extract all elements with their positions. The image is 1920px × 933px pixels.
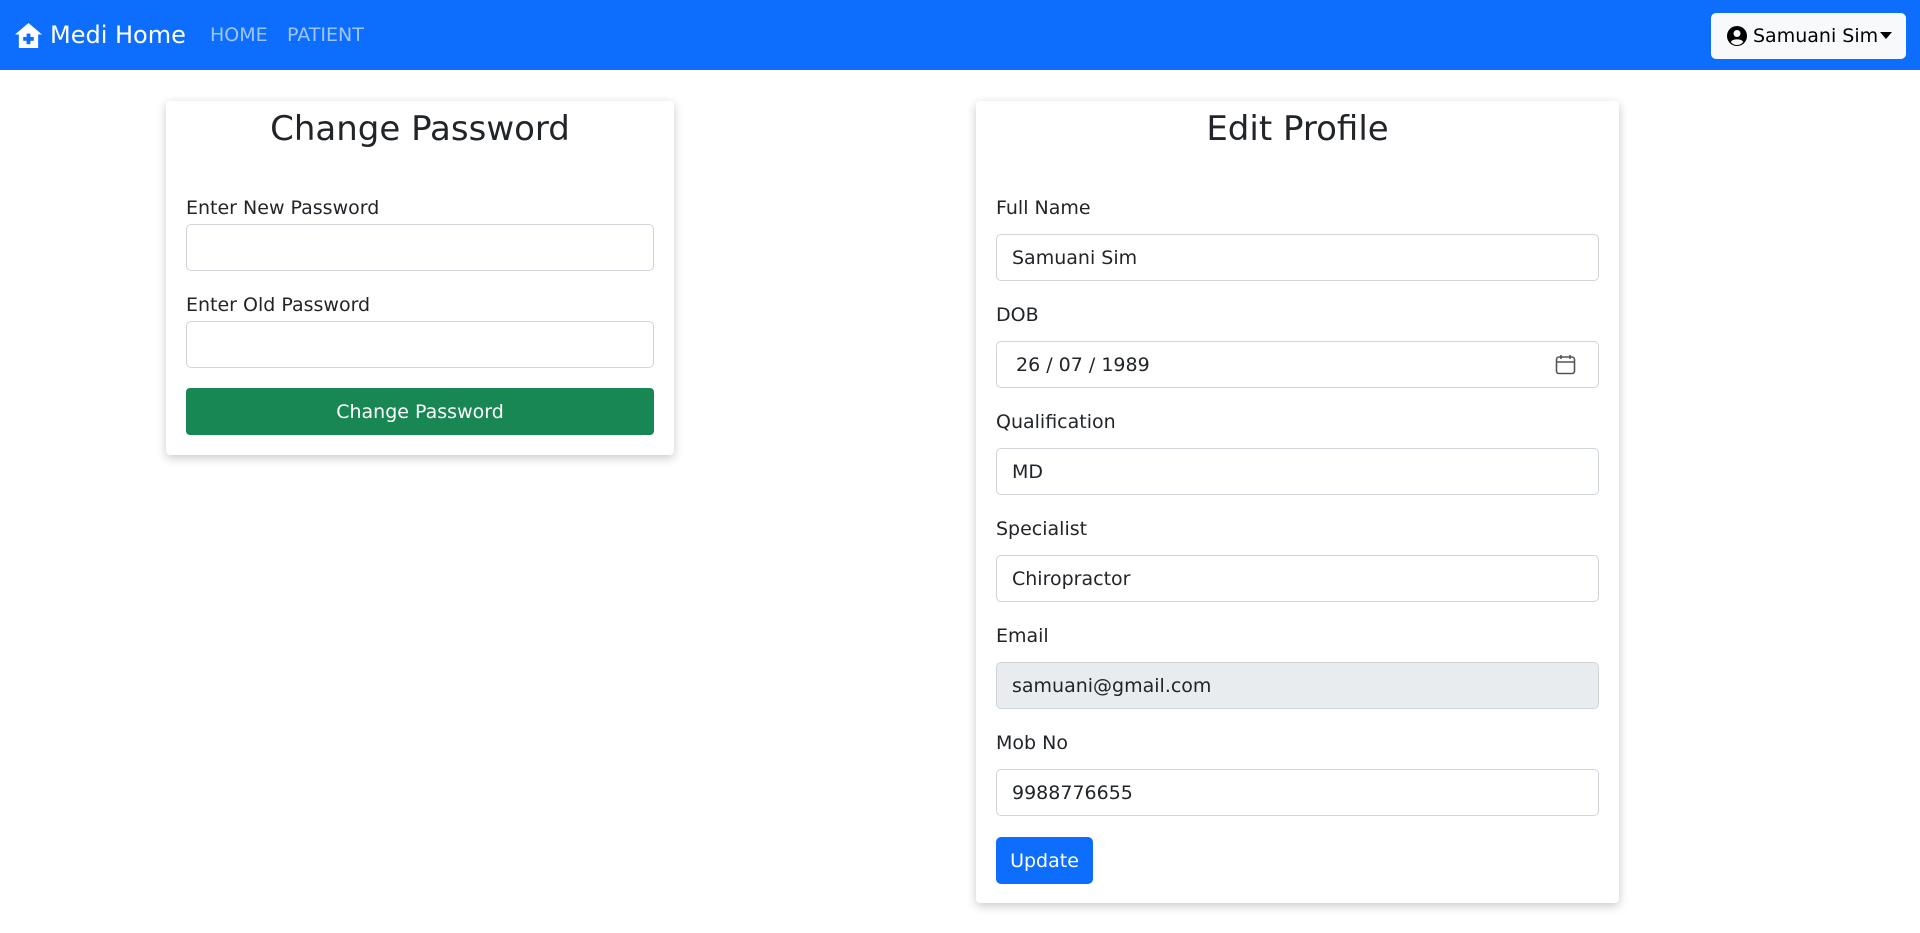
- user-name: Samuani Sim: [1753, 25, 1879, 47]
- mob-no-input[interactable]: 9988776655: [996, 769, 1599, 816]
- email-label: Email: [996, 625, 1049, 647]
- email-input: samuani@gmail.com: [996, 662, 1599, 709]
- change-password-button[interactable]: Change Password: [186, 388, 654, 435]
- edit-profile-title: Edit Profile: [1206, 109, 1389, 149]
- top-navbar: Medi Home HOME PATIENT Samuani Sim: [0, 0, 1920, 70]
- user-menu-button[interactable]: Samuani Sim: [1711, 13, 1906, 59]
- house-medical-icon: [15, 22, 42, 48]
- change-password-card: Change Password Enter New Password Enter…: [166, 101, 674, 455]
- change-password-title: Change Password: [270, 109, 570, 149]
- nav-link-patient[interactable]: PATIENT: [287, 0, 364, 70]
- user-circle-icon: [1727, 26, 1747, 46]
- old-password-label: Enter Old Password: [186, 294, 371, 316]
- full-name-label: Full Name: [996, 197, 1091, 219]
- dob-value: 26 / 07 / 1989: [1016, 353, 1150, 376]
- dob-input[interactable]: 26 / 07 / 1989: [996, 341, 1599, 388]
- old-password-input[interactable]: [186, 321, 654, 368]
- specialist-input[interactable]: Chiropractor: [996, 555, 1599, 602]
- update-button[interactable]: Update: [996, 837, 1093, 884]
- brand-text: Medi Home: [50, 21, 186, 49]
- edit-profile-card: Edit Profile Full Name Samuani Sim DOB 2…: [976, 101, 1619, 903]
- specialist-label: Specialist: [996, 518, 1088, 540]
- qualification-input[interactable]: MD: [996, 448, 1599, 495]
- chevron-down-icon: [1880, 32, 1892, 39]
- mob-no-label: Mob No: [996, 732, 1068, 754]
- full-name-input[interactable]: Samuani Sim: [996, 234, 1599, 281]
- new-password-label: Enter New Password: [186, 197, 380, 219]
- nav-link-home[interactable]: HOME: [210, 0, 268, 70]
- dob-label: DOB: [996, 304, 1039, 326]
- brand-link[interactable]: Medi Home: [14, 0, 186, 70]
- calendar-icon[interactable]: [1555, 354, 1576, 375]
- new-password-input[interactable]: [186, 224, 654, 271]
- qualification-label: Qualification: [996, 411, 1116, 433]
